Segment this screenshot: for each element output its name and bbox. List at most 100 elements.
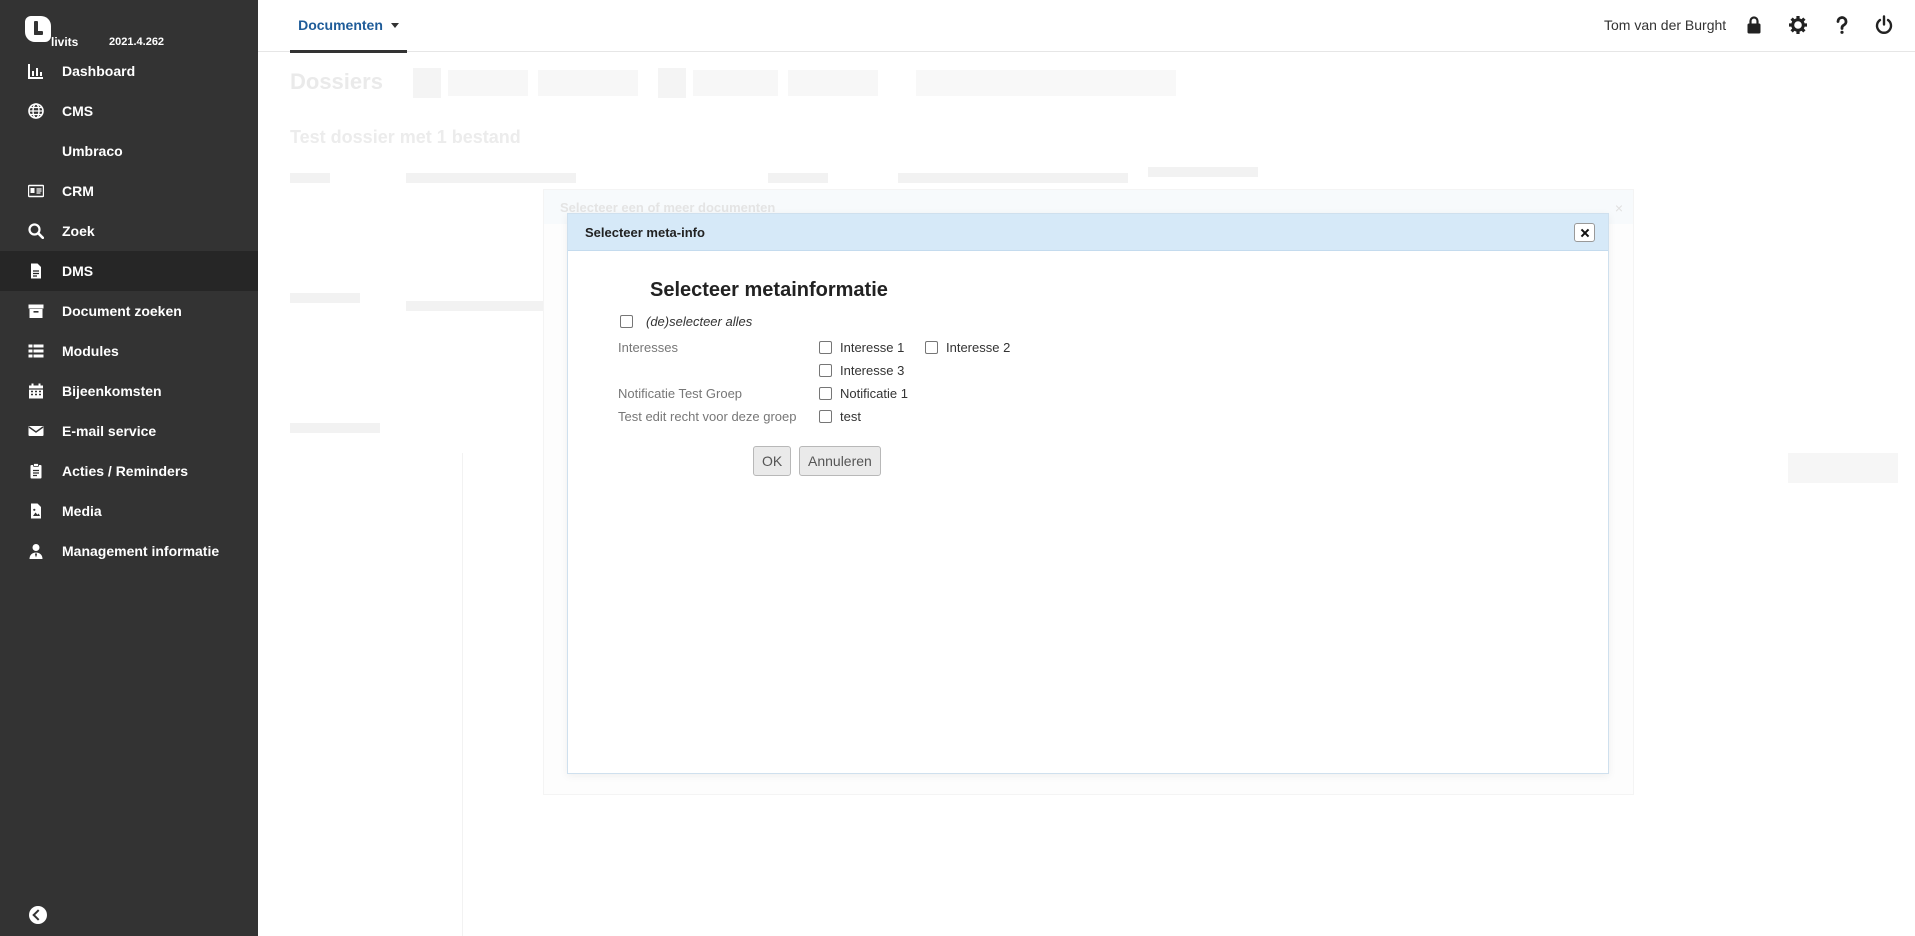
app-version: 2021.4.262 — [109, 36, 165, 48]
checkbox[interactable] — [819, 364, 832, 377]
group-label-interesses: Interesses — [618, 340, 678, 355]
archive-icon — [28, 304, 44, 318]
sidebar-item-management-informatie[interactable]: Management informatie — [0, 531, 258, 571]
sidebar-item-zoek[interactable]: Zoek — [0, 211, 258, 251]
tab-documenten[interactable]: Documenten — [290, 0, 407, 53]
sidebar-item-label: Media — [62, 503, 102, 519]
sidebar-item-label: CRM — [62, 183, 94, 199]
close-icon[interactable]: × — [1615, 200, 1623, 216]
group-label-notificatie: Notificatie Test Groep — [618, 386, 743, 401]
dialog-header: Selecteer meta-info — [568, 214, 1608, 251]
meta-info-dialog: Selecteer meta-info Selecteer metainform… — [567, 213, 1609, 774]
toolbar-placeholder — [448, 70, 528, 96]
sidebar-item-label: DMS — [62, 263, 94, 279]
button-placeholder — [1788, 453, 1898, 483]
field-placeholder — [898, 173, 1128, 183]
toolbar-placeholder — [413, 68, 441, 98]
sidebar-item-label: Bijeenkomsten — [62, 383, 162, 399]
sidebar-item-acties-reminders[interactable]: Acties / Reminders — [0, 451, 258, 491]
field-placeholder — [1148, 167, 1258, 177]
toolbar-placeholder — [538, 70, 638, 96]
sidebar-item-modules[interactable]: Modules — [0, 331, 258, 371]
ok-button[interactable]: OK — [753, 446, 792, 476]
sidebar-item-label: Document zoeken — [62, 303, 182, 319]
media-file-icon — [31, 503, 41, 519]
checkbox[interactable] — [819, 387, 832, 400]
field-placeholder — [290, 173, 330, 183]
sidebar: livits 2021.4.262 Dashboard CMS Umbraco … — [0, 0, 258, 936]
option-interesse-2[interactable]: Interesse 2 — [925, 340, 1010, 355]
power-icon[interactable] — [1874, 15, 1894, 35]
close-icon[interactable] — [1574, 223, 1595, 242]
id-card-icon — [28, 184, 44, 198]
checkbox[interactable] — [819, 410, 832, 423]
list-icon — [28, 344, 44, 358]
dialog-title: Selecteer meta-info — [585, 224, 705, 240]
sidebar-item-label: E-mail service — [62, 423, 157, 439]
sidebar-item-dms[interactable]: DMS — [0, 251, 258, 291]
select-all-checkbox[interactable] — [620, 315, 633, 328]
lock-icon[interactable] — [1744, 15, 1764, 35]
tab-label: Documenten — [298, 17, 383, 33]
brand-name: livits — [51, 35, 79, 49]
sidebar-item-bijeenkomsten[interactable]: Bijeenkomsten — [0, 371, 258, 411]
field-placeholder — [406, 173, 576, 183]
user-name[interactable]: Tom van der Burght — [1604, 17, 1726, 33]
field-placeholder — [290, 423, 380, 433]
user-tie-icon — [29, 544, 43, 559]
livits-logo-icon — [25, 16, 51, 42]
select-all-label: (de)selecteer alles — [646, 314, 753, 329]
cancel-button[interactable]: Annuleren — [799, 446, 881, 476]
option-label: Interesse 2 — [946, 340, 1011, 355]
sidebar-menu: Dashboard CMS Umbraco CRM Zoek DMS Docum… — [0, 51, 258, 571]
dialog-body: Selecteer metainformatie (de)selecteer a… — [568, 252, 1608, 773]
option-notificatie-1[interactable]: Notificatie 1 — [819, 386, 908, 401]
toolbar-placeholder — [658, 68, 686, 98]
calendar-icon — [29, 383, 43, 399]
option-test[interactable]: test — [819, 409, 861, 424]
question-icon[interactable] — [1832, 15, 1852, 35]
arrow-left-circle-icon[interactable] — [29, 906, 47, 924]
topbar: Documenten Tom van der Burght — [258, 0, 1915, 53]
sidebar-item-umbraco[interactable]: Umbraco — [0, 131, 258, 171]
sidebar-item-label: Zoek — [62, 223, 95, 239]
page-title: Dossiers — [290, 69, 383, 94]
option-label: test — [840, 409, 861, 424]
field-placeholder — [290, 293, 360, 303]
sidebar-item-label: Management informatie — [62, 543, 220, 559]
sidebar-item-label: Modules — [62, 343, 119, 359]
sidebar-item-document-zoeken[interactable]: Document zoeken — [0, 291, 258, 331]
sidebar-item-label: Acties / Reminders — [62, 463, 189, 479]
clipboard-icon — [30, 463, 42, 479]
option-label: Notificatie 1 — [840, 386, 908, 401]
dialog-heading: Selecteer metainformatie — [650, 279, 888, 301]
option-interesse-1[interactable]: Interesse 1 — [819, 340, 904, 355]
globe-icon — [28, 103, 44, 119]
group-label-test-edit: Test edit recht voor deze groep — [618, 409, 797, 424]
select-all-option[interactable]: (de)selecteer alles — [620, 314, 752, 329]
toolbar-placeholder — [693, 70, 778, 96]
toolbar-placeholder — [788, 70, 878, 96]
sidebar-item-cms[interactable]: CMS — [0, 91, 258, 131]
caret-down-icon — [390, 22, 399, 28]
search-icon — [28, 223, 44, 239]
option-interesse-3[interactable]: Interesse 3 — [819, 363, 904, 378]
field-placeholder — [406, 301, 556, 311]
file-icon — [31, 263, 41, 279]
sidebar-item-dashboard[interactable]: Dashboard — [0, 51, 258, 91]
dossier-title: Test dossier met 1 bestand — [290, 127, 521, 147]
gear-icon[interactable] — [1788, 15, 1808, 35]
option-label: Interesse 1 — [840, 340, 905, 355]
field-placeholder — [768, 173, 828, 183]
chart-icon — [28, 64, 43, 79]
envelope-icon — [28, 426, 44, 436]
sidebar-item-media[interactable]: Media — [0, 491, 258, 531]
toolbar-placeholder — [916, 70, 1176, 96]
sidebar-item-label: Umbraco — [62, 143, 123, 159]
checkbox[interactable] — [819, 341, 832, 354]
sidebar-item-email-service[interactable]: E-mail service — [0, 411, 258, 451]
sidebar-item-crm[interactable]: CRM — [0, 171, 258, 211]
brand[interactable]: livits 2021.4.262 — [25, 14, 245, 54]
checkbox[interactable] — [925, 341, 938, 354]
option-label: Interesse 3 — [840, 363, 905, 378]
